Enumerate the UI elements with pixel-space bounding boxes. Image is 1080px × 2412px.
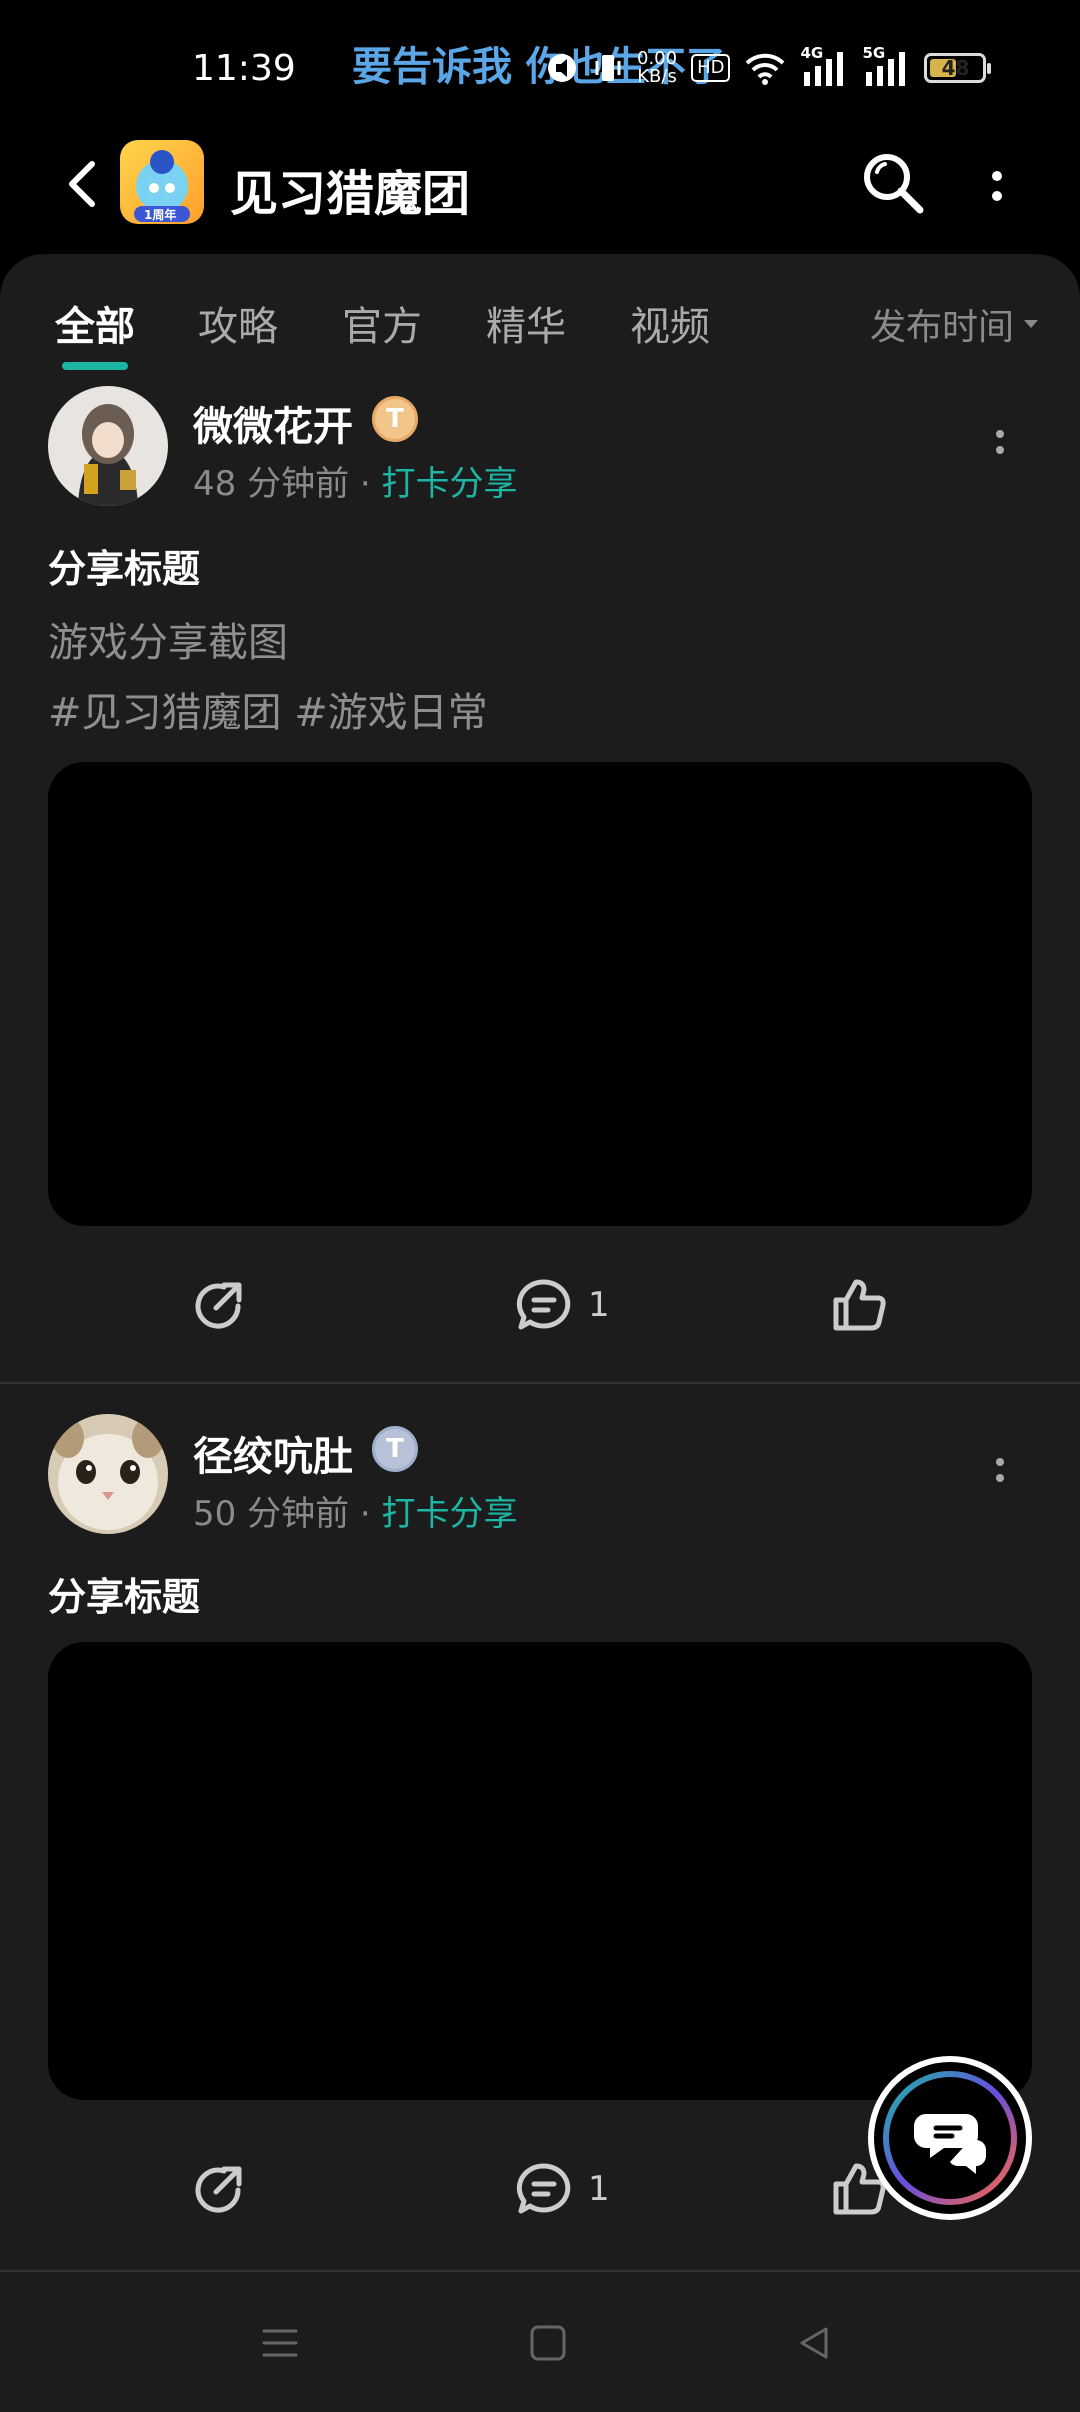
meta-separator: · [349,1494,382,1534]
user-level-badge: T [372,1426,418,1472]
feed-panel: 全部 攻略 官方 精华 视频 发布时间 微微花开 T 48 分钟前 · 打卡分享… [0,254,1080,2274]
page-title: 见习猎魔团 [230,166,471,222]
comment-icon [516,1279,571,1330]
badge-letter: T [386,1434,404,1464]
battery-level: 48 [941,56,970,80]
mute-icon [548,54,576,82]
post-image[interactable] [48,1642,1032,2100]
avatar[interactable] [48,1414,168,1534]
tab-guides[interactable]: 攻略 [198,294,278,352]
back-button[interactable] [52,154,112,214]
more-vertical-icon [996,430,1004,454]
system-nav-bar [0,2274,1080,2412]
post-time: 50 分钟前 [193,1494,350,1534]
status-bar: 11:39 要告诉我 你也生不了 0.00 KB/s HD 4G 5G 48 [0,0,1080,130]
post-title: 分享标题 [48,1575,201,1619]
sort-dropdown[interactable]: 发布时间 [870,298,1040,350]
chat-bubbles-icon [883,2071,1017,2205]
post-time: 48 分钟前 [193,464,350,504]
post-more-button[interactable] [988,414,1012,474]
hd-icon: HD [691,54,731,82]
post-title: 分享标题 [48,547,201,591]
search-button[interactable] [858,148,928,218]
post-image[interactable] [48,762,1032,1226]
network-label-1: 4G [800,44,824,62]
share-icon [195,2166,242,2213]
more-button[interactable] [980,156,1014,216]
home-square-icon [530,2325,566,2361]
post-more-button[interactable] [988,1442,1012,1502]
tab-all[interactable]: 全部 [55,294,135,352]
tab-official[interactable]: 官方 [342,294,422,352]
status-time: 11:39 [192,48,296,89]
tab-featured[interactable]: 精华 [486,294,566,352]
post-card[interactable]: 微微花开 T 48 分钟前 · 打卡分享 分享标题 游戏分享截图 #见习猎魔团 … [0,384,1080,1384]
vibrate-icon [595,55,621,81]
sort-label: 发布时间 [870,307,1015,348]
post-meta: 48 分钟前 · 打卡分享 [193,456,518,505]
nav-recents-button[interactable] [250,2318,310,2368]
caret-down-icon [1024,320,1039,328]
search-icon [864,154,924,214]
badge-letter: T [386,404,404,434]
nav-back-button[interactable] [784,2318,844,2368]
post-username[interactable]: 微微花开 [193,394,353,452]
share-icon [195,1282,242,1329]
post-hashtags[interactable]: #见习猎魔团 #游戏日常 [48,680,488,738]
app-header: 1周年 见习猎魔团 [0,130,1080,250]
nav-home-button[interactable] [518,2318,578,2368]
menu-icon [262,2329,298,2357]
net-speed: 0.00 KB/s [637,50,677,86]
meta-separator: · [349,464,382,504]
post-meta: 50 分钟前 · 打卡分享 [193,1486,518,1535]
post-category-tag[interactable]: 打卡分享 [382,464,518,504]
tab-video[interactable]: 视频 [630,294,710,352]
chat-fab-button[interactable] [868,2056,1032,2220]
back-triangle-icon [800,2327,828,2359]
post-divider [0,1382,1080,1384]
share-button[interactable] [190,1276,248,1334]
post-text: 游戏分享截图 [48,620,288,666]
signal-4g: 4G [800,44,848,88]
like-button[interactable] [830,1276,888,1334]
more-vertical-icon [996,1458,1004,1482]
game-icon[interactable]: 1周年 [120,140,204,224]
network-label-2: 5G [862,44,886,62]
signal-5g: 5G [862,44,910,88]
comment-button[interactable]: 1 [514,1276,610,1334]
post-divider [0,2270,1080,2272]
post-category-tag[interactable]: 打卡分享 [382,1494,518,1534]
net-speed-unit: KB/s [637,66,677,87]
thumbs-up-icon [833,1279,886,1331]
user-level-badge: T [372,396,418,442]
user-avatar-image [48,386,168,506]
more-vertical-icon [992,171,1002,201]
status-icons: 0.00 KB/s HD 4G 5G 48 [545,44,992,90]
comment-icon [516,2163,571,2214]
avatar[interactable] [48,386,168,506]
post-username[interactable]: 径绞吭肚 [193,1424,353,1482]
game-icon-label: 1周年 [144,208,177,222]
user-avatar-image [48,1414,168,1534]
share-button[interactable] [190,2160,248,2218]
chevron-left-icon [69,161,95,207]
tab-active-indicator [62,362,128,370]
comment-count: 1 [588,2169,610,2209]
battery-icon: 48 [924,53,992,83]
comment-count: 1 [588,1285,610,1325]
comment-button[interactable]: 1 [514,2160,610,2218]
category-tabs: 全部 攻略 官方 精华 视频 发布时间 [0,284,1080,370]
wifi-icon [746,53,785,85]
